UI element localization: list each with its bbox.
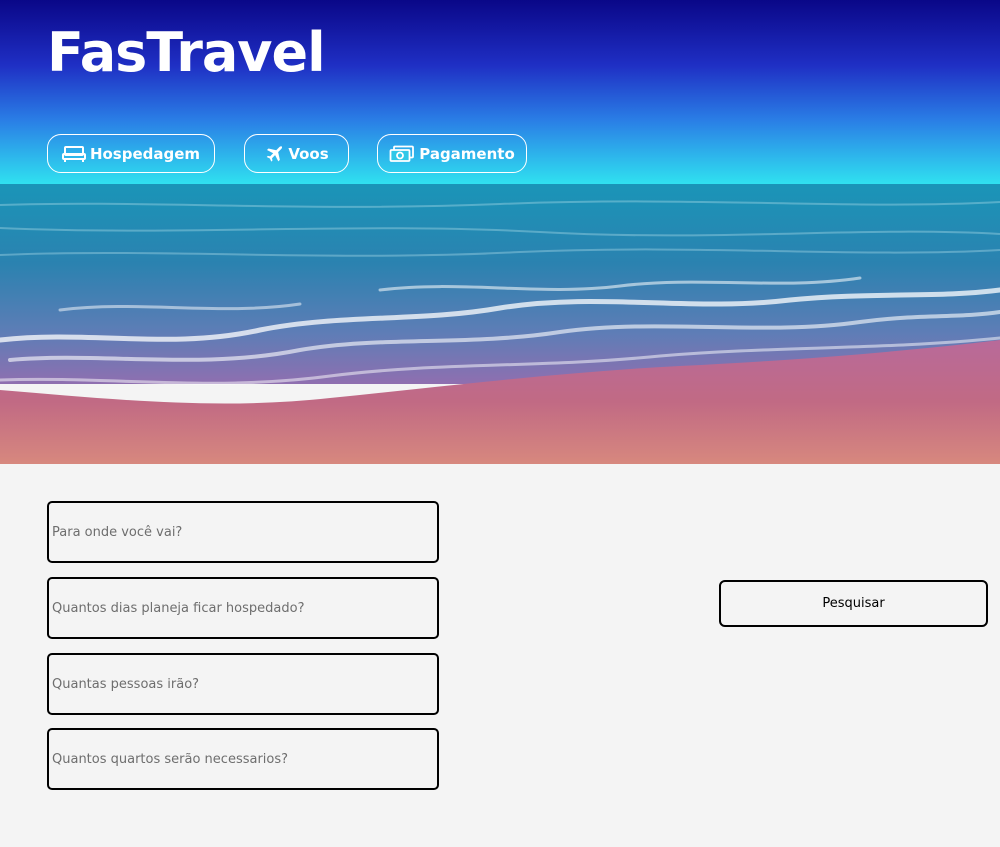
nav-label-pagamento: Pagamento bbox=[419, 144, 515, 163]
days-input[interactable] bbox=[47, 577, 439, 639]
nav-label-voos: Voos bbox=[288, 144, 329, 163]
search-button[interactable]: Pesquisar bbox=[719, 580, 988, 627]
money-icon bbox=[389, 145, 415, 163]
brand-title: FasTravel bbox=[47, 21, 326, 84]
nav-button-hospedagem[interactable]: Hospedagem bbox=[47, 134, 215, 173]
airplane-icon bbox=[264, 145, 284, 163]
nav-label-hospedagem: Hospedagem bbox=[89, 144, 201, 163]
destination-input[interactable] bbox=[47, 501, 439, 563]
hero-banner: FasTravel Hospedagem Voos Pagamento bbox=[0, 0, 1000, 464]
rooms-input[interactable] bbox=[47, 728, 439, 790]
people-input[interactable] bbox=[47, 653, 439, 715]
nav-button-voos[interactable]: Voos bbox=[244, 134, 349, 173]
bed-icon bbox=[61, 145, 86, 163]
nav-button-pagamento[interactable]: Pagamento bbox=[377, 134, 527, 173]
